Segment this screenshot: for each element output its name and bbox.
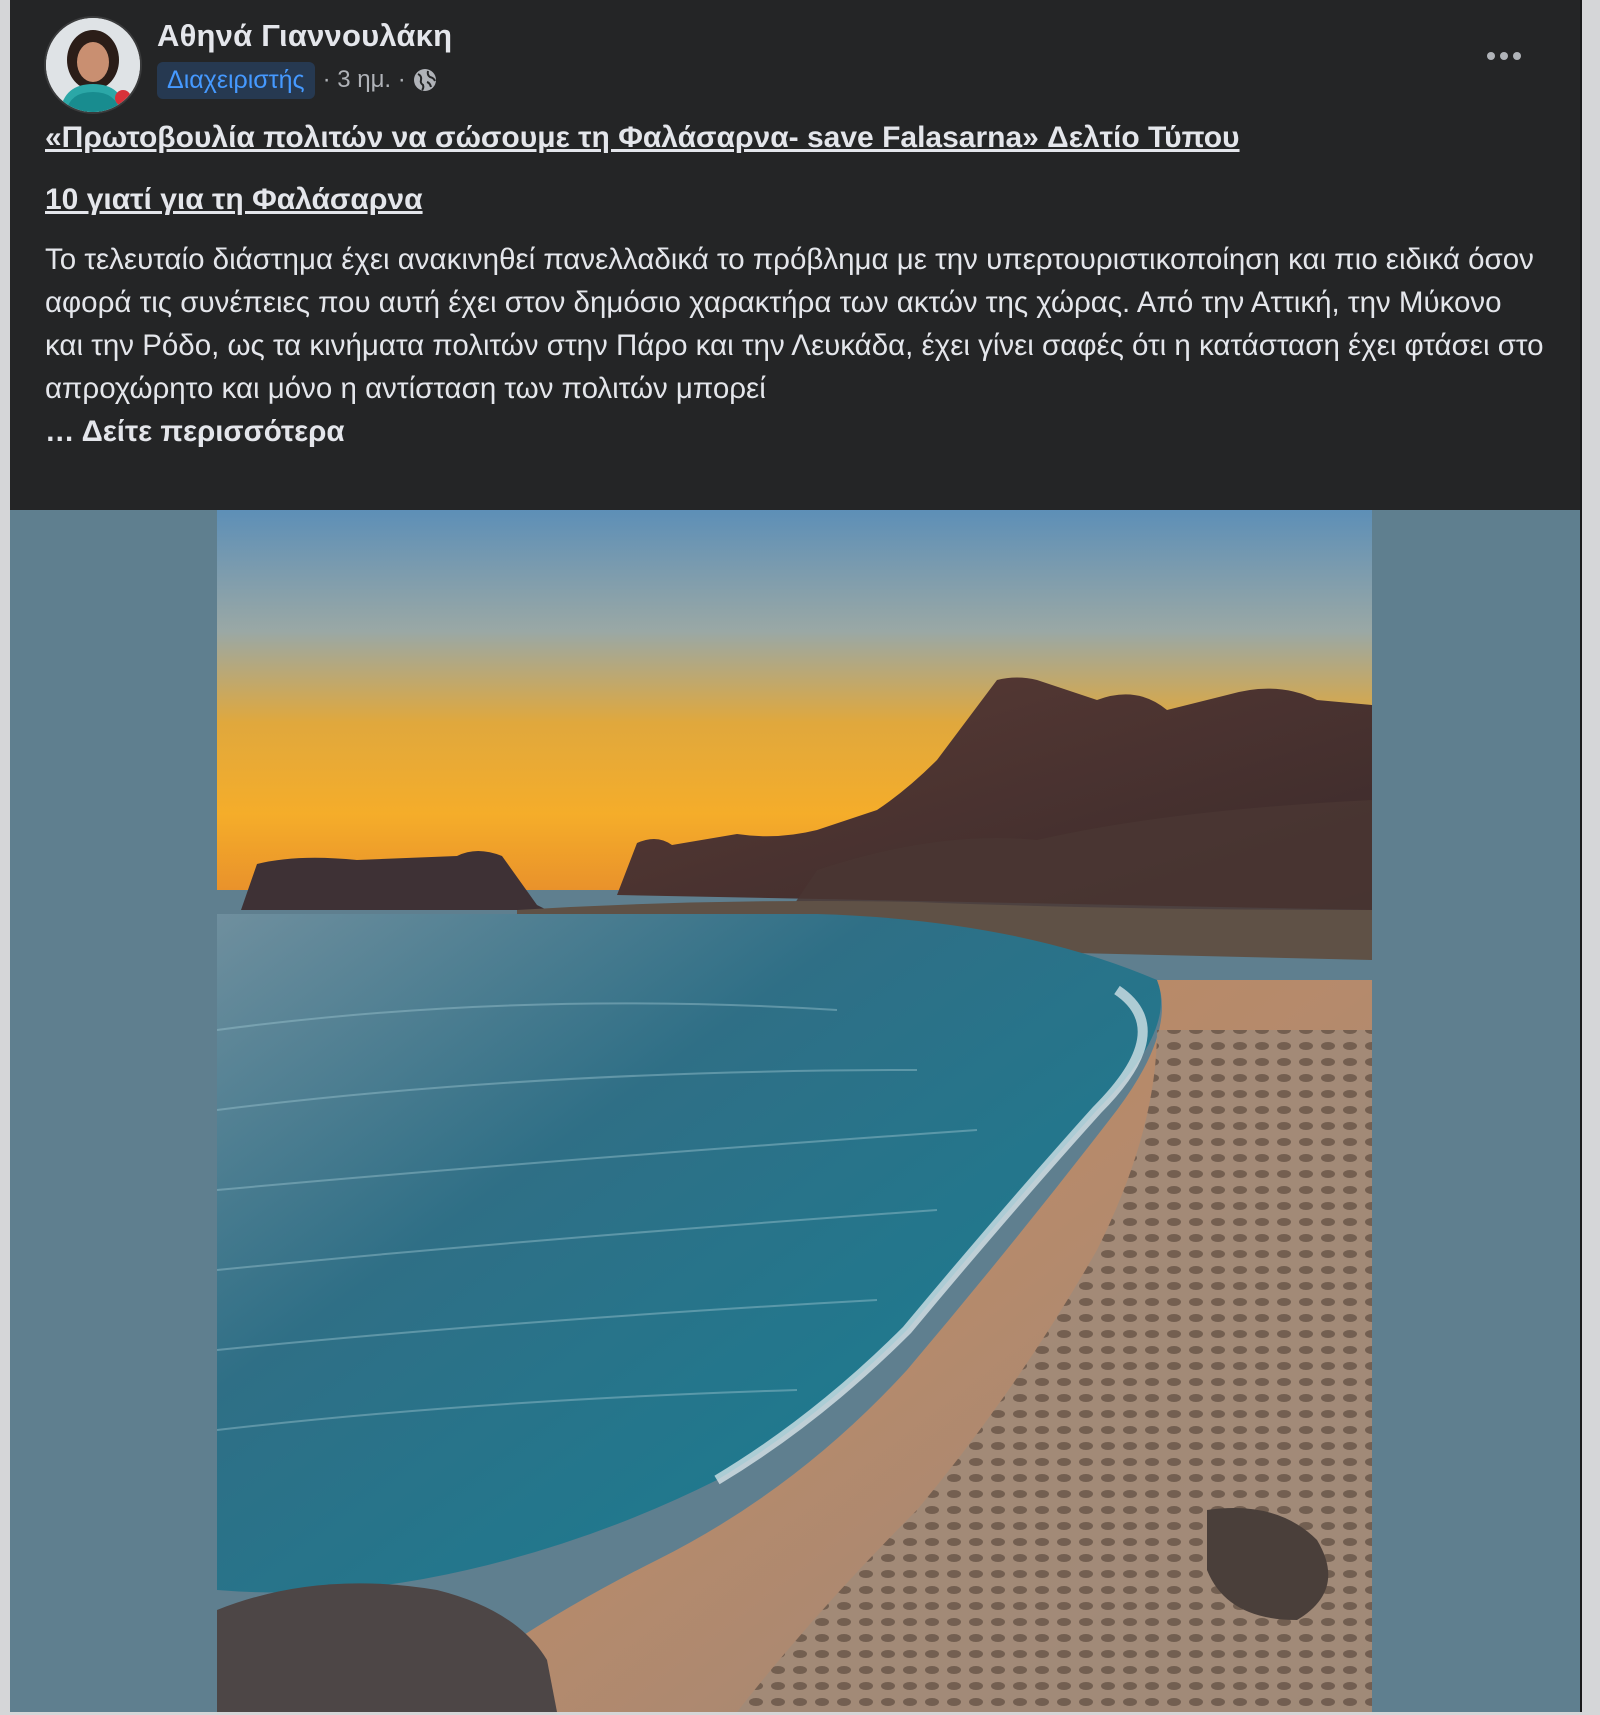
see-more-link[interactable]: … Δείτε περισσότερα (45, 415, 345, 448)
avatar-image (46, 18, 140, 112)
post-header: Αθηνά Γιαννουλάκη Διαχειριστής · 3 ημ. · (10, 0, 1580, 120)
post-content: «Πρωτοβουλία πολιτών να σώσουμε τη Φαλάσ… (45, 118, 1545, 453)
link-title[interactable]: «Πρωτοβουλία πολιτών να σώσουμε τη Φαλάσ… (45, 118, 1545, 158)
author-avatar[interactable] (44, 16, 142, 114)
more-dot (1513, 52, 1521, 60)
more-dot (1487, 52, 1495, 60)
role-badge[interactable]: Διαχειριστής (157, 61, 315, 99)
beach-photo[interactable] (217, 510, 1372, 1712)
more-options-icon[interactable] (1476, 34, 1532, 78)
post-media[interactable] (10, 510, 1580, 1712)
globe-icon[interactable] (412, 67, 438, 93)
post-body: Το τελευταίο διάστημα έχει ανακινηθεί πα… (45, 238, 1545, 453)
post-timestamp[interactable]: · 3 ημ. · (323, 66, 406, 94)
post-meta: Διαχειριστής · 3 ημ. · (157, 60, 438, 100)
author-name[interactable]: Αθηνά Γιαννουλάκη (157, 18, 452, 54)
link-subtitle[interactable]: 10 γιατί για τη Φαλάσαρνα (45, 180, 1545, 220)
more-dot (1500, 52, 1508, 60)
post-card: Αθηνά Γιαννουλάκη Διαχειριστής · 3 ημ. ·… (10, 0, 1582, 1712)
post-body-text: Το τελευταίο διάστημα έχει ανακινηθεί πα… (45, 243, 1544, 405)
